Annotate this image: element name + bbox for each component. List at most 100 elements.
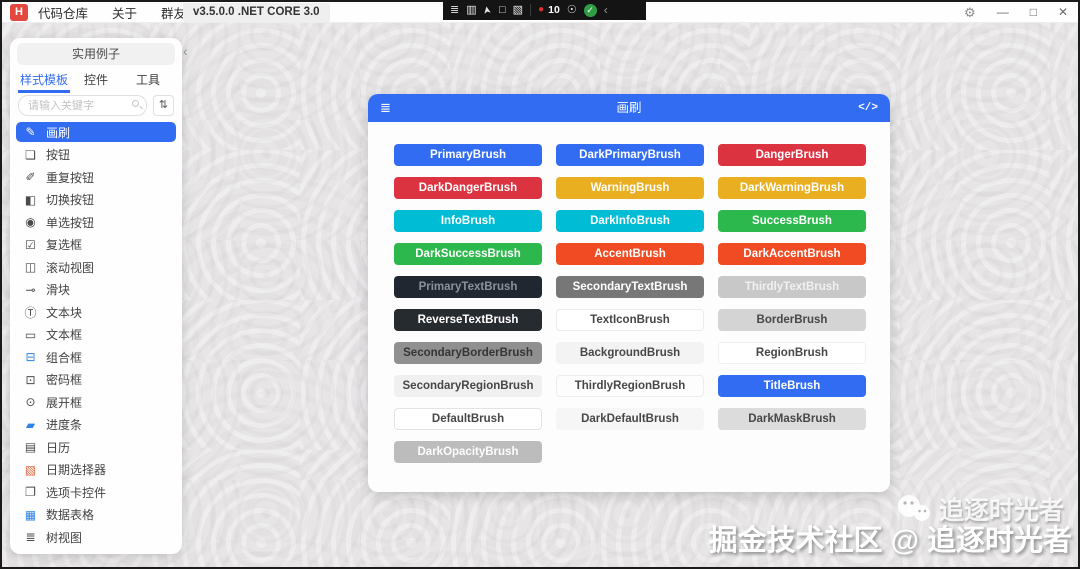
textblock-icon: Ⓣ — [24, 305, 37, 320]
brush-button[interactable]: DarkOpacityBrush — [394, 441, 542, 463]
brush-button[interactable]: SecondaryTextBrush — [556, 276, 704, 298]
brush-button[interactable]: ThirdlyRegionBrush — [556, 375, 704, 397]
app-logo: H — [10, 4, 28, 21]
sidebar-tabs: 样式模板 控件 工具 — [18, 69, 174, 93]
camera-icon[interactable]: ▥ — [466, 0, 476, 20]
search-icon — [132, 100, 139, 107]
brush-button[interactable]: SecondaryBorderBrush — [394, 342, 542, 364]
window-controls: ⚙ — □ ✕ — [964, 2, 1068, 23]
frame-icon[interactable]: □ — [499, 0, 506, 20]
expander-icon: ⊙ — [25, 395, 36, 409]
toolbar-divider — [530, 4, 532, 16]
toolbar-chevron-icon[interactable]: ‹ — [604, 3, 608, 17]
brush-button[interactable]: DarkInfoBrush — [556, 210, 704, 232]
brush-button[interactable]: DarkPrimaryBrush — [556, 144, 704, 166]
sidebar-item-label: 日历 — [46, 440, 71, 455]
sidebar-item[interactable]: ◧ 切换按钮 — [16, 190, 176, 210]
maximize-button[interactable]: □ — [1030, 2, 1037, 23]
sidebar-list: ✎ 画刷 ❏ 按钮 ✐ 重复按钮 ◧ 切换按钮 ◉ 单选按钮 ☑ 复选框 ◫ 滚… — [10, 122, 182, 547]
brush-button[interactable]: DangerBrush — [718, 144, 866, 166]
minimize-button[interactable]: — — [997, 2, 1009, 23]
brush-button[interactable]: DarkWarningBrush — [718, 177, 866, 199]
brush-button[interactable]: PrimaryBrush — [394, 144, 542, 166]
brush-button[interactable]: ThirdlyTextBrush — [718, 276, 866, 298]
brush-button[interactable]: RegionBrush — [718, 342, 866, 364]
sidebar-item-label: 文本框 — [46, 328, 83, 342]
version-badge: v3.5.0.0 .NET CORE 3.0 — [183, 3, 330, 22]
brush-button[interactable]: DefaultBrush — [394, 408, 542, 430]
brush-button[interactable]: TextIconBrush — [556, 309, 704, 331]
brush-grid: PrimaryBrush DarkPrimaryBrush DangerBrush D… — [394, 144, 866, 463]
sidebar-item[interactable]: ✐ 重复按钮 — [16, 167, 176, 187]
confirm-check-icon[interactable]: ✓ — [583, 3, 597, 17]
brush-button[interactable]: TitleBrush — [718, 375, 866, 397]
sidebar-item[interactable]: ☑ 复选框 — [16, 235, 176, 255]
cursor-icon[interactable]: ➤ — [477, 4, 498, 16]
sidebar-item-label: 日期选择器 — [46, 463, 107, 477]
sidebar-item-label: 滑块 — [46, 283, 71, 297]
sidebar-item[interactable]: ❐ 选项卡控件 — [16, 482, 176, 502]
calendar-icon: ▤ — [24, 440, 37, 454]
card-header: ≣ 画刷 </> — [368, 94, 890, 122]
region-capture-icon[interactable]: ▧ — [513, 0, 523, 20]
capture-toolbar: ≣ ▥ ➤ □ ▧ ● 10 ☉ ✓ ‹ — [443, 0, 646, 20]
settings-gear-icon[interactable]: ⚙ — [964, 2, 976, 23]
sidebar-item[interactable]: ▦ 数据表格 — [16, 505, 176, 525]
brush-button[interactable]: InfoBrush — [394, 210, 542, 232]
brush-button[interactable]: ReverseTextBrush — [394, 309, 542, 331]
brush-button[interactable]: BackgroundBrush — [556, 342, 704, 364]
sidebar-item-label: 切换按钮 — [46, 193, 95, 207]
brush-button[interactable]: BorderBrush — [718, 309, 866, 331]
sidebar-item-label: 展开框 — [46, 395, 83, 410]
search-input[interactable] — [18, 95, 147, 116]
user-circle-icon[interactable]: ☉ — [567, 0, 577, 20]
progressbar-icon: ▰ — [25, 417, 36, 432]
sidebar-item-label: 数据表格 — [46, 508, 95, 522]
sidebar-tab[interactable]: 工具 — [122, 69, 174, 93]
brush-button[interactable]: DarkDangerBrush — [394, 177, 542, 199]
sidebar-item[interactable]: ⊡ 密码框 — [16, 370, 176, 390]
brush-button[interactable]: SecondaryRegionBrush — [394, 375, 542, 397]
sidebar-item[interactable]: Ⓣ 文本块 — [16, 302, 176, 322]
sidebar-title[interactable]: 实用例子 — [17, 43, 175, 65]
sidebar-item[interactable]: ⊙ 展开框 — [16, 392, 176, 412]
sidebar-item[interactable]: ≣ 树视图 — [16, 527, 176, 547]
sidebar-tab[interactable]: 控件 — [70, 69, 122, 93]
brush-button[interactable]: DarkMaskBrush — [718, 408, 866, 430]
capture-counter: 10 — [548, 4, 560, 16]
sidebar-tab[interactable]: 样式模板 — [18, 69, 70, 93]
tabcontrol-icon: ❐ — [25, 485, 36, 499]
watermark-main: 掘金技术社区 @ 追逐时光者 — [708, 525, 1072, 557]
close-button[interactable]: ✕ — [1058, 2, 1068, 23]
menu-item[interactable]: 代码仓库 — [38, 3, 88, 22]
sidebar-item[interactable]: ▭ 文本框 — [16, 325, 176, 345]
sidebar-item[interactable]: ◉ 单选按钮 — [16, 212, 176, 232]
sidebar-item[interactable]: ❏ 按钮 — [16, 145, 176, 165]
sidebar-collapse-chevron-icon[interactable]: ‹ — [183, 44, 188, 58]
brush-button[interactable]: WarningBrush — [556, 177, 704, 199]
sidebar-item-label: 组合框 — [46, 350, 83, 365]
checkbox-icon: ☑ — [25, 237, 36, 252]
scrollviewer-icon: ◫ — [24, 260, 37, 274]
brush-button[interactable]: AccentBrush — [556, 243, 704, 265]
brush-button[interactable]: PrimaryTextBrush — [394, 276, 542, 298]
brush-button[interactable]: SuccessBrush — [718, 210, 866, 232]
sidebar-item-label: 密码框 — [46, 373, 83, 387]
brush-icon: ✎ — [25, 125, 36, 139]
sidebar-item[interactable]: ▧ 日期选择器 — [16, 460, 176, 480]
sort-button[interactable]: ⇅ — [153, 95, 174, 116]
sidebar-item[interactable]: ✎ 画刷 — [16, 122, 176, 142]
sidebar-item[interactable]: ⊟ 组合框 — [16, 347, 176, 367]
sidebar-item[interactable]: ⊸ 滑块 — [16, 280, 176, 300]
menu-item[interactable]: 关于 — [112, 3, 137, 22]
datagrid-icon: ▦ — [24, 507, 37, 522]
sidebar-item[interactable]: ▰ 进度条 — [16, 415, 176, 435]
brush-button[interactable]: DarkSuccessBrush — [394, 243, 542, 265]
sidebar-item[interactable]: ◫ 滚动视图 — [16, 257, 176, 277]
brush-button[interactable]: DarkAccentBrush — [718, 243, 866, 265]
brush-button[interactable]: DarkDefaultBrush — [556, 408, 704, 430]
view-code-icon[interactable]: </> — [858, 94, 878, 122]
sidebar-item[interactable]: ▤ 日历 — [16, 437, 176, 457]
capture-settings-icon[interactable]: ≣ — [450, 0, 459, 20]
sidebar-item-label: 画刷 — [46, 125, 71, 140]
